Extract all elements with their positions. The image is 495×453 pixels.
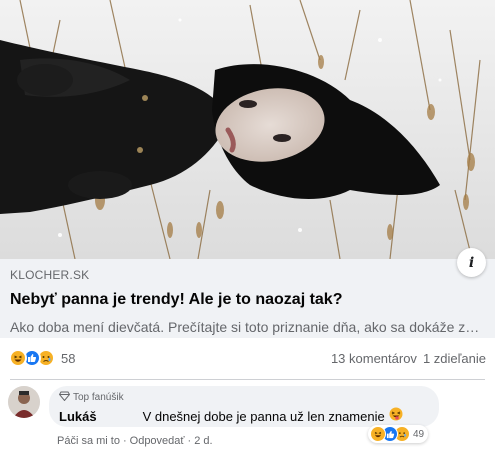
- post-stats: 58 13 komentárov 1 zdieľanie: [0, 338, 495, 378]
- link-meta[interactable]: KLOCHER.SK Nebyť panna je trendy! Ale je…: [0, 259, 495, 338]
- link-description: Ako doba mení dievčatá. Prečítajte si to…: [10, 319, 488, 335]
- haha-reaction-icon: [9, 349, 27, 367]
- separator: ·: [122, 435, 127, 447]
- reply-button[interactable]: Odpovedať: [130, 435, 185, 447]
- comment-actions: Páči sa mi to · Odpovedať · 2 d.: [57, 435, 213, 447]
- comment-text: V dnešnej dobe je panna už len znamenie: [142, 409, 385, 424]
- link-preview-card[interactable]: KLOCHER.SK Nebyť panna je trendy! Ale je…: [0, 0, 495, 338]
- haha-reaction-icon: [370, 426, 386, 442]
- link-domain: KLOCHER.SK: [10, 268, 90, 282]
- comment-author[interactable]: Lukáš: [59, 409, 97, 424]
- diamond-icon: [58, 391, 71, 404]
- comment-reactions[interactable]: 49: [368, 425, 429, 443]
- top-fan-badge[interactable]: Top fanúšik: [58, 390, 427, 404]
- comment-reaction-count: 49: [413, 428, 425, 440]
- snow-portrait-image: [0, 0, 495, 259]
- tongue-emoji-icon: [389, 407, 403, 421]
- link-headline[interactable]: Nebyť panna je trendy! Ale je to naozaj …: [10, 290, 485, 310]
- comments-count[interactable]: 13 komentárov: [331, 351, 417, 366]
- comment-age[interactable]: 2 d.: [194, 435, 212, 447]
- info-icon[interactable]: i: [457, 248, 486, 277]
- article-photo[interactable]: [0, 0, 495, 259]
- badge-label: Top fanúšik: [73, 391, 124, 403]
- post-reactions[interactable]: 58: [9, 349, 75, 367]
- like-button[interactable]: Páči sa mi to: [57, 435, 120, 447]
- avatar[interactable]: [8, 386, 40, 418]
- divider: [10, 379, 485, 380]
- separator: ·: [187, 435, 192, 447]
- comment: Top fanúšik Lukáš V dnešnej dobe je pann…: [8, 386, 488, 450]
- reaction-count[interactable]: 58: [61, 351, 75, 366]
- shares-count[interactable]: 1 zdieľanie: [423, 351, 486, 366]
- comment-bubble: Top fanúšik Lukáš V dnešnej dobe je pann…: [49, 386, 439, 427]
